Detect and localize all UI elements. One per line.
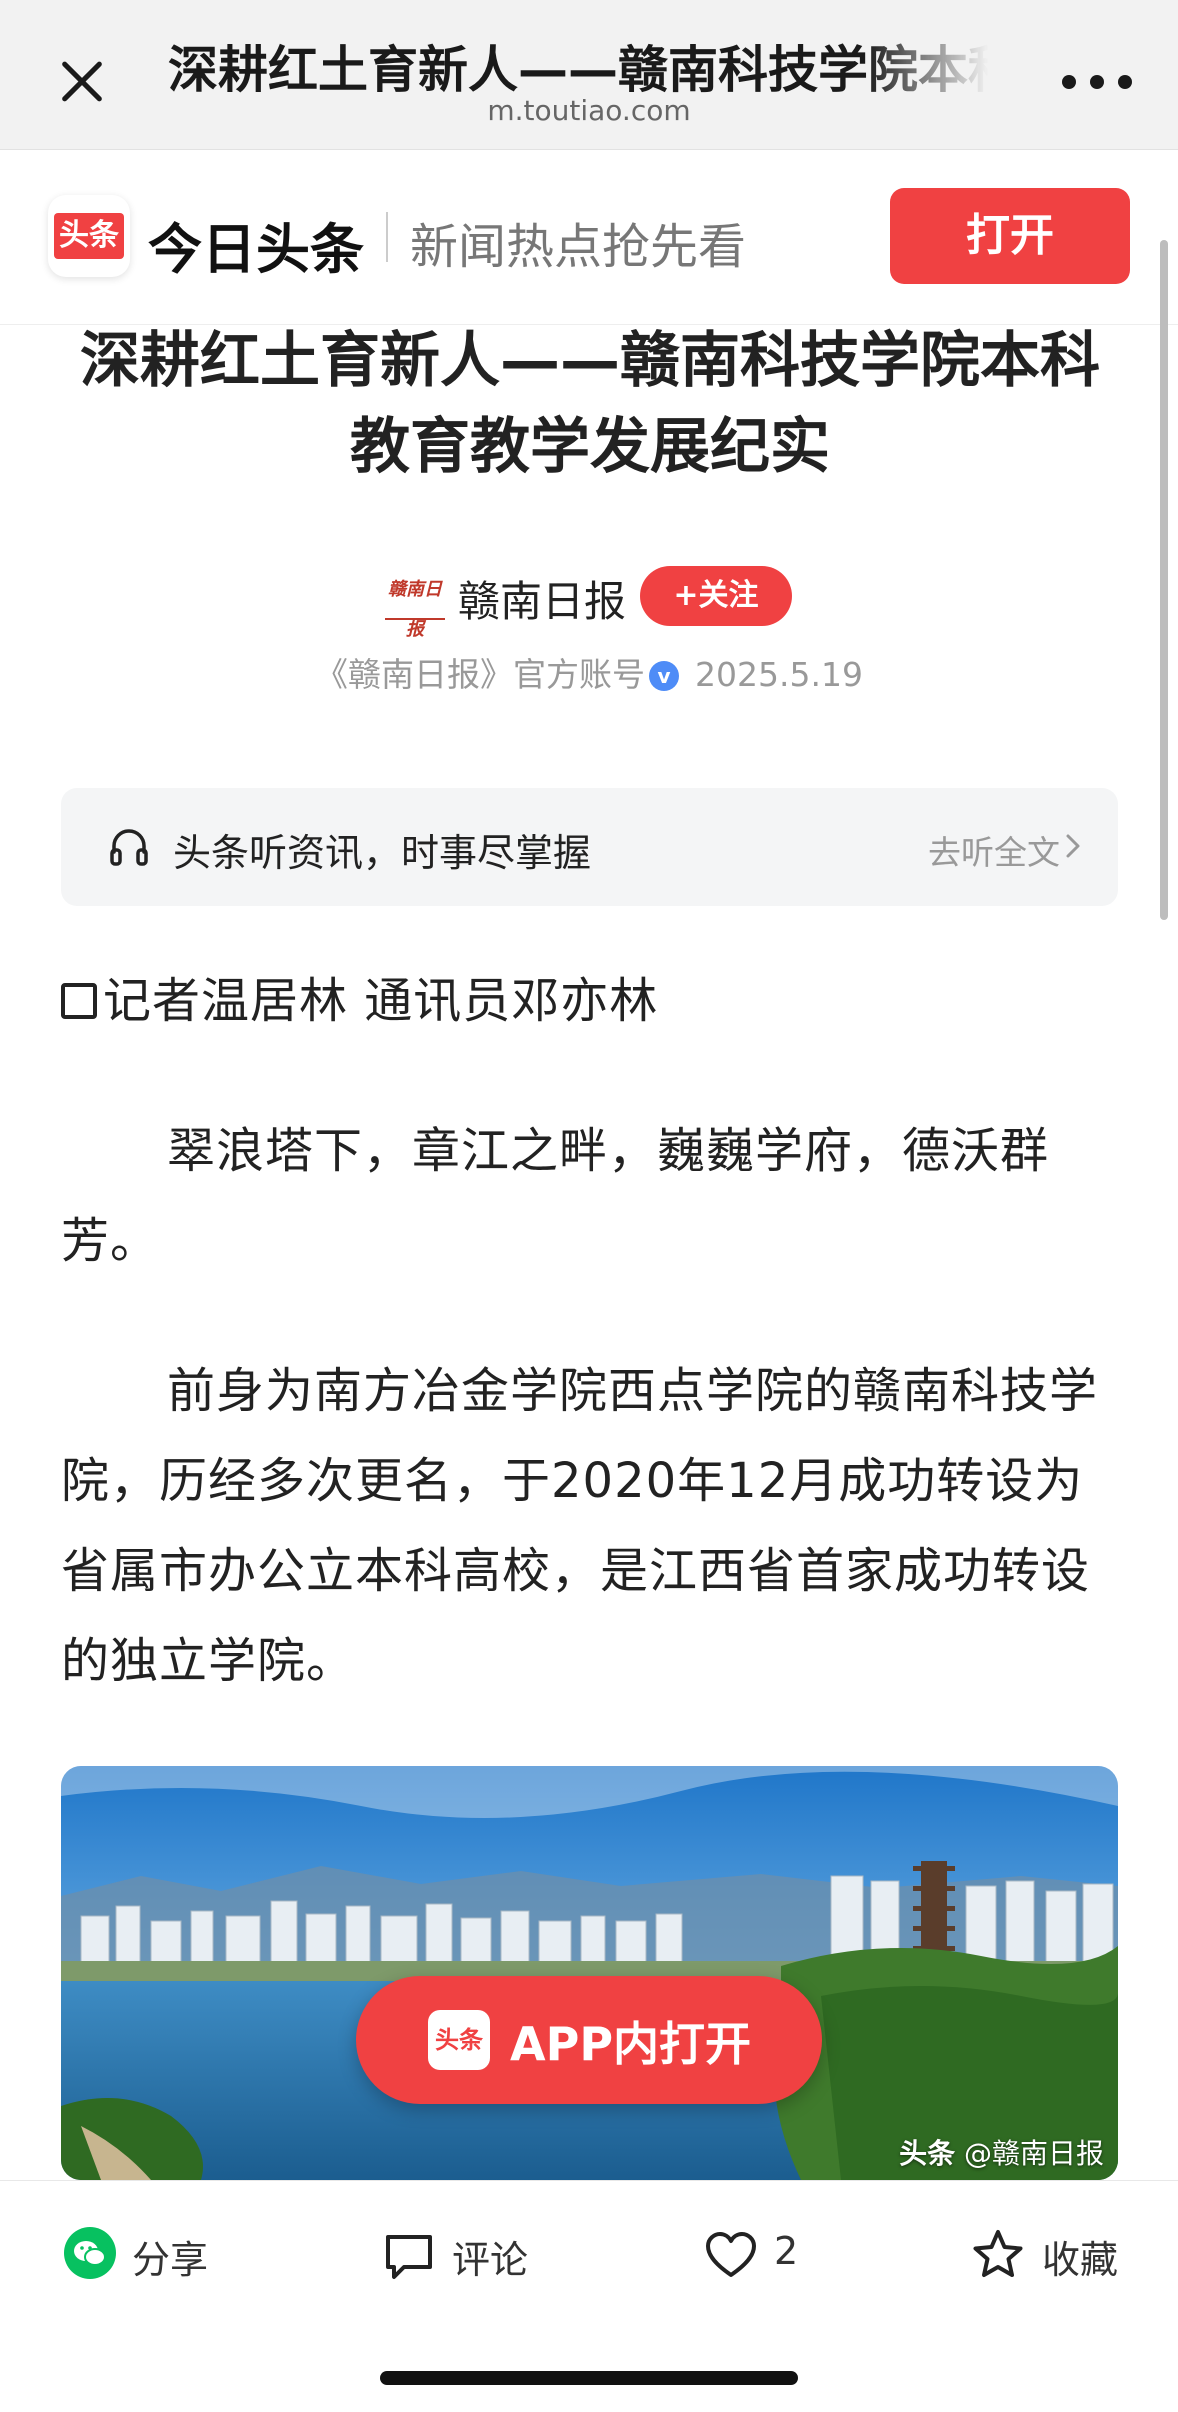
favorite-button[interactable]: 收藏 — [970, 2223, 1120, 2283]
square-icon — [61, 983, 97, 1019]
brand-slogan: 新闻热点抢先看 — [410, 219, 747, 275]
toutiao-logo: 头条 — [48, 195, 130, 277]
open-app-button[interactable]: 打开 — [890, 188, 1130, 284]
article-meta: 《赣南日报》官方账号 v 2025.5.19 — [0, 648, 1178, 696]
divider — [386, 212, 388, 262]
star-icon — [973, 2230, 1023, 2277]
account-label: 《赣南日报》官方账号 — [315, 655, 646, 694]
author-row: 赣南日报 赣南日报 +关注 — [0, 562, 1178, 640]
comment-label: 评论 — [452, 2238, 529, 2282]
article-title: 深耕红土育新人——赣南科技学院本科教育教学发展纪实 — [80, 326, 1100, 482]
like-count: 2 — [774, 2229, 799, 2273]
comment-icon — [386, 2235, 432, 2279]
author-name[interactable]: 赣南日报 — [458, 568, 626, 629]
heart-icon — [706, 2232, 756, 2277]
comment-button[interactable]: 评论 — [382, 2223, 552, 2283]
browser-topbar: 深耕红土育新人——赣南科技学院本科 m.toutiao.com — [0, 0, 1178, 150]
author-logo[interactable]: 赣南日报 — [385, 570, 445, 640]
wechat-icon — [64, 2227, 116, 2279]
page-url: m.toutiao.com — [487, 94, 691, 127]
article-byline: 记者温居林 通讯员邓亦林 — [61, 956, 1118, 1046]
bottom-action-bar: 分享 评论 2 收藏 — [0, 2180, 1178, 2412]
app-promo-banner: 头条 今日头条 新闻热点抢先看 打开 — [0, 150, 1178, 325]
home-indicator[interactable] — [380, 2371, 798, 2385]
verified-icon: v — [649, 661, 680, 691]
like-button[interactable]: 2 — [704, 2223, 824, 2283]
listen-full-link[interactable]: 去听全文 — [928, 826, 1060, 874]
chevron-right-icon — [1066, 834, 1080, 858]
page-title: 深耕红土育新人——赣南科技学院本科 — [168, 41, 988, 99]
open-in-app-label: APP内打开 — [510, 2017, 752, 2071]
toutiao-logo-icon: 头条 — [428, 2010, 490, 2070]
campus-photo — [61, 1766, 1118, 2180]
headphone-icon — [110, 829, 148, 866]
more-options-icon[interactable] — [1062, 70, 1132, 94]
publish-date: 2025.5.19 — [695, 655, 863, 694]
share-label: 分享 — [132, 2238, 209, 2282]
open-in-app-button[interactable]: 头条 APP内打开 — [356, 1976, 822, 2104]
image-watermark: 头条 @赣南日报 — [899, 2137, 1104, 2170]
follow-button[interactable]: +关注 — [640, 566, 792, 626]
article-paragraph: 前身为南方冶金学院西点学院的赣南科技学院，历经多次更名，于2020年12月成功转… — [61, 1363, 1099, 1689]
article-paragraph: 翠浪塔下，章江之畔，巍巍学府，德沃群芳。 — [61, 1123, 1050, 1269]
favorite-label: 收藏 — [1042, 2238, 1119, 2282]
listen-bar[interactable]: 头条听资讯，时事尽掌握 去听全文 — [61, 788, 1118, 906]
listen-text: 头条听资讯，时事尽掌握 — [173, 831, 592, 875]
brand-name: 今日头条 — [148, 218, 364, 281]
share-button[interactable]: 分享 — [64, 2223, 214, 2283]
article-image[interactable]: 头条 @赣南日报 — [61, 1766, 1118, 2180]
